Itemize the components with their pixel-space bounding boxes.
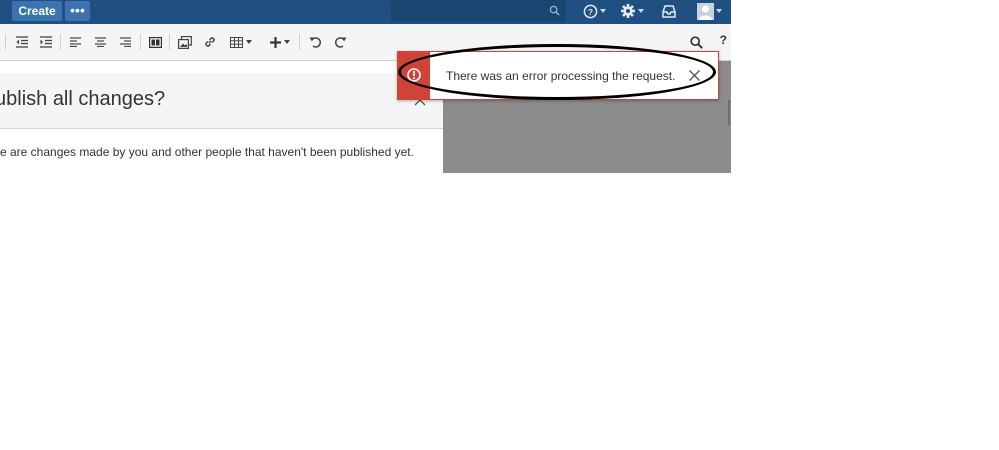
dialog-title: ublish all changes? xyxy=(0,88,166,110)
toolbar-divider xyxy=(5,34,6,50)
gear-icon xyxy=(621,4,635,18)
toolbar-divider xyxy=(60,34,61,50)
indent-decrease-icon xyxy=(16,36,28,48)
redo-button[interactable] xyxy=(331,33,349,51)
user-avatar-icon xyxy=(697,2,714,20)
toolbar-divider xyxy=(140,34,141,50)
backdrop-scroll-edge xyxy=(728,100,730,125)
toolbar-divider xyxy=(169,34,170,50)
page-layout-icon xyxy=(148,36,162,48)
insert-image-icon xyxy=(178,35,192,49)
indent-increase-icon xyxy=(40,36,52,48)
undo-icon xyxy=(309,37,321,48)
help-button[interactable]: ? xyxy=(720,33,727,47)
align-left-button[interactable] xyxy=(66,33,84,51)
dialog-cutoff-text xyxy=(40,168,130,173)
chevron-down-icon xyxy=(246,40,252,44)
toolbar-divider xyxy=(299,34,300,50)
chevron-down-icon xyxy=(716,9,722,13)
find-icon xyxy=(689,35,703,49)
align-right-icon xyxy=(119,37,131,47)
dialog-message: re are changes made by you and other peo… xyxy=(0,145,414,159)
insert-more-icon xyxy=(270,36,281,48)
redo-icon xyxy=(334,37,346,48)
insert-table-button[interactable] xyxy=(228,33,254,51)
svg-text:?: ? xyxy=(588,6,593,16)
help-icon: ? xyxy=(583,4,598,18)
insert-link-button[interactable] xyxy=(201,33,219,51)
insert-link-icon xyxy=(205,37,215,47)
settings-menu[interactable] xyxy=(620,2,644,20)
undo-button[interactable] xyxy=(306,33,324,51)
create-button[interactable]: Create xyxy=(12,1,62,21)
align-left-icon xyxy=(69,37,81,47)
help-menu[interactable]: ? xyxy=(583,2,606,20)
search-icon xyxy=(549,5,560,16)
align-center-icon xyxy=(94,37,106,47)
insert-image-button[interactable] xyxy=(176,33,194,51)
page-layout-button[interactable] xyxy=(146,33,164,51)
publish-dialog: ublish all changes? re are changes made … xyxy=(0,73,443,173)
notifications-icon xyxy=(662,4,676,18)
top-navigation: Create ••• ? xyxy=(0,0,731,24)
indent-increase-button[interactable] xyxy=(37,33,55,51)
search-input[interactable] xyxy=(391,0,566,22)
insert-more-button[interactable] xyxy=(267,33,293,51)
find-button[interactable] xyxy=(687,33,705,51)
user-menu[interactable] xyxy=(697,2,722,20)
chevron-down-icon xyxy=(600,9,606,13)
notifications-button[interactable] xyxy=(662,2,676,20)
dialog-header: ublish all changes? xyxy=(0,73,443,129)
chevron-down-icon xyxy=(638,9,644,13)
align-right-button[interactable] xyxy=(116,33,134,51)
annotation-ellipse xyxy=(398,44,716,100)
align-center-button[interactable] xyxy=(91,33,109,51)
screenshot-area: Create ••• ? ? ublish all changes? re ar… xyxy=(0,0,731,173)
indent-decrease-button[interactable] xyxy=(13,33,31,51)
more-button[interactable]: ••• xyxy=(65,1,90,21)
chevron-down-icon xyxy=(284,40,290,44)
insert-table-icon xyxy=(230,36,243,48)
